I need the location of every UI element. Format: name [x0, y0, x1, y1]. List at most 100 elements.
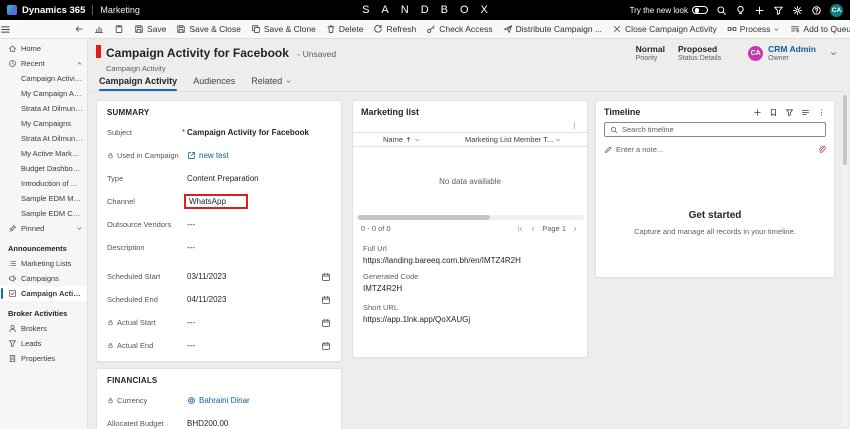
bookmark-icon[interactable] [769, 108, 778, 117]
trash-icon [326, 24, 336, 34]
app-name[interactable]: Dynamics 365 [22, 5, 85, 16]
generated-code-field[interactable]: Generated Code IMTZ4R2H [363, 272, 577, 293]
field-allocated-budget[interactable]: Allocated Budget BHD200.00 [107, 412, 331, 429]
filter-icon[interactable] [785, 108, 794, 117]
help-icon [811, 5, 822, 16]
check-access-button[interactable]: Check Access [421, 20, 497, 38]
previous-page-icon[interactable] [529, 225, 537, 233]
field-type[interactable]: Type Content Preparation [107, 167, 331, 190]
search-button[interactable] [716, 5, 727, 16]
toggle-switch[interactable] [692, 6, 708, 14]
calendar-icon[interactable] [321, 295, 331, 305]
more-options-icon[interactable] [570, 121, 579, 130]
tab-audiences[interactable]: Audiences [193, 76, 235, 91]
delete-button[interactable]: Delete [321, 20, 369, 38]
chevron-down-icon[interactable] [829, 49, 838, 58]
field-actual-end[interactable]: Actual End --- [107, 334, 331, 357]
note-input[interactable] [616, 145, 813, 154]
field-outsource-vendors[interactable]: Outsource Vendors --- [107, 213, 331, 236]
vertical-scrollbar[interactable] [842, 94, 848, 427]
sidebar-item-campaign-activities[interactable]: Campaign Activities [0, 286, 87, 301]
recent-item[interactable]: My Campaign Activit... [0, 86, 87, 101]
tab-related[interactable]: Related [251, 76, 292, 91]
field-used-in-campaign[interactable]: Used in Campaign new test [107, 144, 331, 167]
column-header-name[interactable]: Name [353, 135, 465, 144]
process-button[interactable]: Process [722, 20, 786, 38]
chevron-down-icon[interactable] [555, 137, 561, 143]
recent-item[interactable]: Budget Dashboard [0, 161, 87, 176]
sidebar-item-properties[interactable]: Properties [0, 351, 87, 366]
home-icon [8, 44, 17, 53]
queue-icon [790, 24, 800, 34]
recent-item[interactable]: Sample EDM Message [0, 191, 87, 206]
sidebar-item-brokers[interactable]: Brokers [0, 321, 87, 336]
command-bar-items: Save Save & Close Save & Clone Delete [69, 20, 850, 38]
field-scheduled-end[interactable]: Scheduled End 04/11/2023 [107, 288, 331, 311]
next-page-icon[interactable] [571, 225, 579, 233]
try-new-look-control[interactable]: Try the new look [630, 6, 708, 15]
add-to-queue-button[interactable]: Add to Queue [785, 20, 850, 38]
distribute-campaign-button[interactable]: Distribute Campaign ... [498, 20, 607, 38]
sidebar-item-marketing-lists[interactable]: Marketing Lists [0, 256, 87, 271]
recent-item[interactable]: Campaign Activity fo... [0, 71, 87, 86]
paperclip-icon[interactable] [817, 145, 826, 154]
quick-create-button[interactable] [754, 5, 765, 16]
calendar-icon[interactable] [321, 272, 331, 282]
calendar-icon[interactable] [321, 318, 331, 328]
field-description[interactable]: Description --- [107, 236, 331, 259]
calendar-icon[interactable] [321, 341, 331, 351]
field-actual-start[interactable]: Actual Start --- [107, 311, 331, 334]
chevron-down-icon[interactable] [76, 225, 83, 232]
user-avatar[interactable]: CA [830, 4, 843, 17]
save-and-clone-button[interactable]: Save & Clone [246, 20, 321, 38]
sidebar-item-pinned[interactable]: Pinned [0, 221, 87, 236]
recent-item[interactable]: My Campaigns [0, 116, 87, 131]
module-name[interactable]: Marketing [100, 5, 140, 15]
hamburger-menu-button[interactable] [0, 20, 11, 38]
task-button[interactable] [109, 20, 129, 38]
filter-button[interactable] [773, 5, 784, 16]
recent-item[interactable]: Sample EDM Campai... [0, 206, 87, 221]
chevron-down-icon[interactable] [414, 137, 420, 143]
full-url-field[interactable]: Full Url https://landing.bareeq.com.bh/e… [363, 244, 577, 265]
marketing-list-title: Marketing list [353, 101, 587, 119]
timeline-note-box[interactable] [604, 145, 826, 154]
sidebar-item-campaigns[interactable]: Campaigns [0, 271, 87, 286]
chart-button[interactable] [89, 20, 109, 38]
field-currency[interactable]: Currency Bahraini Dinar [107, 389, 331, 412]
record-range-label: 0 - 0 of 0 [361, 224, 391, 233]
owner-name-link[interactable]: CRM Admin [768, 44, 816, 54]
refresh-button[interactable]: Refresh [368, 20, 421, 38]
timeline-search-box[interactable] [604, 122, 826, 137]
chevron-up-icon[interactable] [76, 60, 83, 67]
save-button[interactable]: Save [129, 20, 171, 38]
close-campaign-activity-button[interactable]: Close Campaign Activity [607, 20, 722, 38]
sidebar-item-home[interactable]: Home [0, 41, 87, 56]
ideas-button[interactable] [735, 5, 746, 16]
menu-icon [0, 24, 11, 35]
tab-campaign-activity[interactable]: Campaign Activity [99, 76, 177, 91]
first-page-icon[interactable] [516, 225, 524, 233]
field-subject[interactable]: Subject * Campaign Activity for Facebook [107, 121, 331, 144]
short-url-field[interactable]: Short URL https://app.1lnk.app/QoXAUGj [363, 303, 577, 324]
more-options-icon[interactable] [817, 108, 826, 117]
back-button[interactable] [69, 20, 89, 38]
recent-item[interactable]: Strata At Dilmunia Te... [0, 101, 87, 116]
horizontal-scrollbar[interactable] [356, 215, 584, 220]
settings-button[interactable] [792, 5, 803, 16]
sidebar-item-recent[interactable]: Recent [0, 56, 87, 71]
sort-rows-icon[interactable] [801, 108, 810, 117]
field-scheduled-start[interactable]: Scheduled Start 03/11/2023 [107, 265, 331, 288]
timeline-search-input[interactable] [622, 125, 820, 134]
recent-item[interactable]: Strata At Dilmunia Te... [0, 131, 87, 146]
owner-field[interactable]: CA CRM Admin Owner [748, 44, 816, 62]
dynamics-365-logo[interactable] [7, 5, 17, 15]
save-and-close-button[interactable]: Save & Close [171, 20, 246, 38]
recent-item[interactable]: My Active Marketing... [0, 146, 87, 161]
field-channel[interactable]: Channel WhatsApp [107, 190, 331, 213]
column-header-member-type[interactable]: Marketing List Member T... [465, 135, 587, 144]
help-button[interactable] [811, 5, 822, 16]
recent-item[interactable]: Introduction of Paid ... [0, 176, 87, 191]
sidebar-item-leads[interactable]: Leads [0, 336, 87, 351]
plus-icon[interactable] [753, 108, 762, 117]
